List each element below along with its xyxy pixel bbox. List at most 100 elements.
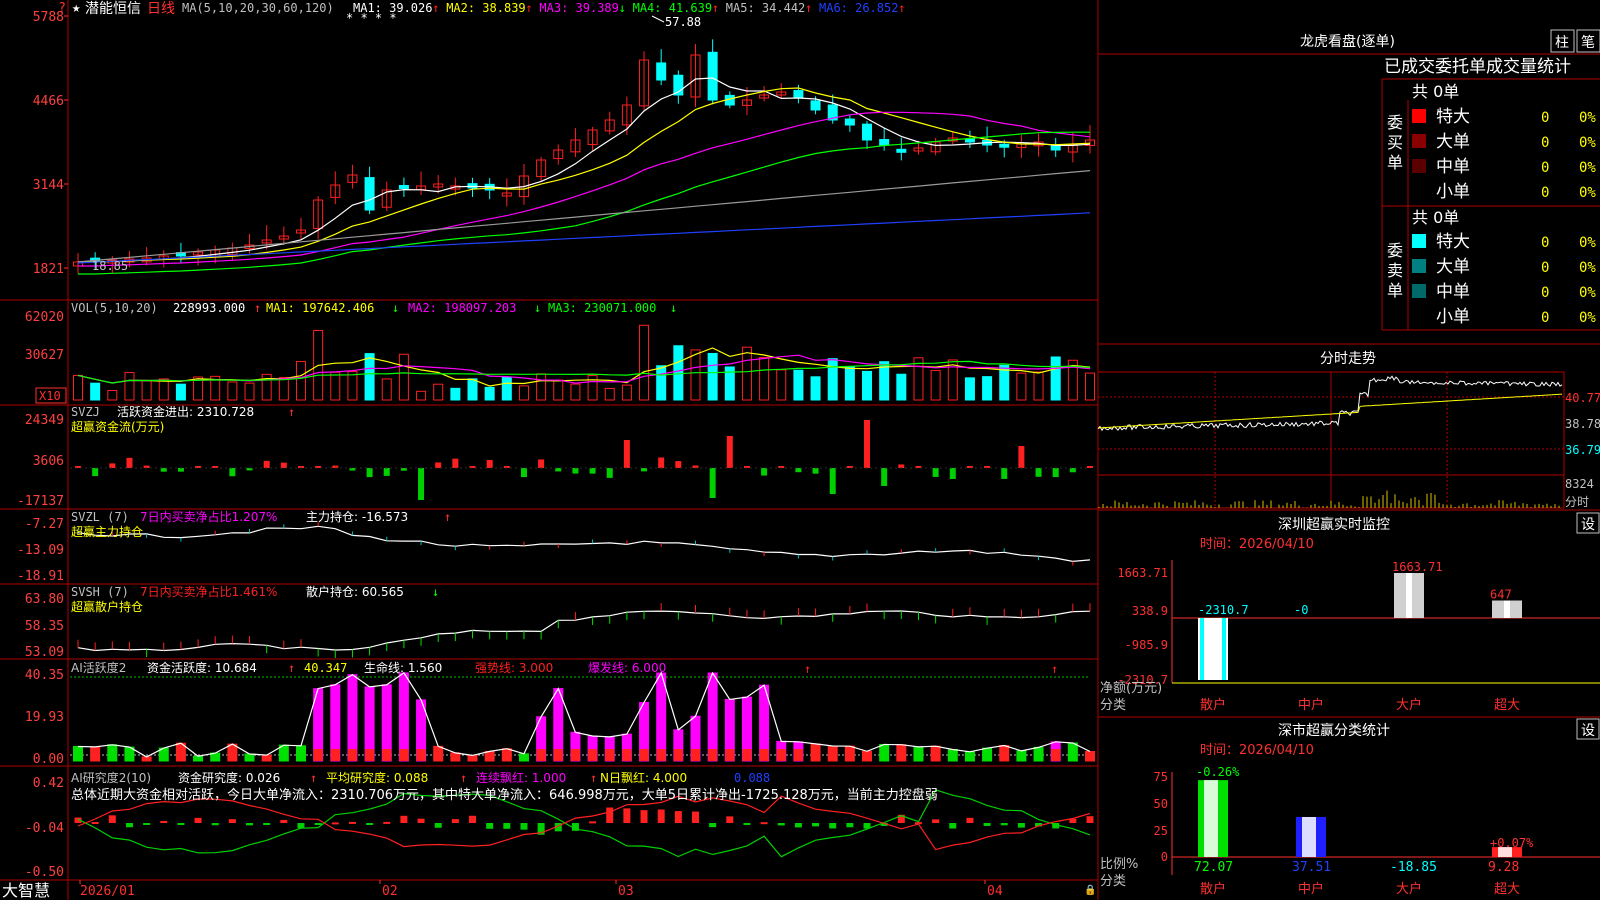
research-bar xyxy=(709,823,717,828)
activity-bar xyxy=(862,750,873,762)
ma2-line xyxy=(78,87,1091,263)
sz-class-value: 72.07 xyxy=(1194,860,1233,875)
activity-bar xyxy=(261,754,272,762)
research-bar xyxy=(1017,823,1025,828)
fund-flow-bar xyxy=(280,462,287,468)
fenshi-tick-low: 36.79 xyxy=(1565,443,1600,457)
sell-row-name: 小单 xyxy=(1436,307,1470,327)
activity-base xyxy=(553,749,563,761)
research-bar xyxy=(966,817,974,823)
sz-monitor-value: 647 xyxy=(1490,587,1512,601)
volume-bar xyxy=(776,369,787,401)
ai2-ytick: -0.04 xyxy=(25,821,64,836)
period-label[interactable]: 日线 xyxy=(147,1,175,17)
svzl-title: SVZL (7) xyxy=(71,510,129,524)
research-bar xyxy=(211,823,219,826)
x-label-apr: 04 xyxy=(987,884,1003,899)
svzj-arrow: ↑ xyxy=(288,405,295,419)
sz-monitor-ytick: -985.9 xyxy=(1125,638,1168,652)
volume-bar xyxy=(827,358,838,401)
fund-flow-bar xyxy=(675,461,682,468)
vol-arrow: ↑ xyxy=(254,301,261,315)
svzl-subtitle: 超赢主力持仓 xyxy=(71,524,143,539)
sell-side-char: 卖 xyxy=(1387,261,1403,280)
research-bar xyxy=(949,823,957,829)
research-bar xyxy=(194,817,202,823)
ai1-arrow: ↑ xyxy=(288,661,295,675)
fund-flow-bar xyxy=(160,468,167,472)
volume-bar xyxy=(467,378,478,401)
sell-swatch xyxy=(1412,234,1426,248)
ai2-research-arrow: ↑ xyxy=(310,771,317,785)
research-bar xyxy=(125,823,133,828)
chart-canvas[interactable]: ? ★ 潜能恒信 日线 MA(5,10,20,30,60,120) MA1: 3… xyxy=(0,0,1600,900)
activity-bar xyxy=(844,745,855,762)
fund-flow-bar xyxy=(1001,468,1008,479)
fund-flow-bar xyxy=(932,468,939,477)
sell-side-char: 委 xyxy=(1387,241,1403,260)
candle-body xyxy=(879,139,890,146)
research-bar xyxy=(983,823,991,826)
activity-base xyxy=(536,749,546,761)
volume-bar xyxy=(124,372,135,401)
svsh-plot xyxy=(77,603,1091,658)
activity-bar xyxy=(244,753,255,762)
activity-base xyxy=(570,749,580,761)
ma-arrow-6: ↑ xyxy=(898,1,905,15)
sz-class-change: +0.07% xyxy=(1490,836,1534,850)
sz-class-category: 大户 xyxy=(1396,881,1422,897)
candle-body xyxy=(398,184,409,189)
research-bar xyxy=(314,823,322,825)
ai1-strong-line: 强势线: 3.000 xyxy=(475,661,553,675)
fund-flow-bar xyxy=(366,468,373,478)
buy-side-char: 买 xyxy=(1387,133,1403,152)
price-line xyxy=(1097,375,1563,432)
sz-class-chart: 75 50 25 0 -0.26% 72.07 散户 37.51 中户 -18.85 大户 +0.07… xyxy=(1100,765,1600,897)
research-bar xyxy=(177,823,185,825)
svzj-plot xyxy=(70,420,1093,500)
svsh-value: 散户持仓: 60.565 xyxy=(306,584,404,599)
high-pointer xyxy=(651,15,665,23)
main-holding-line xyxy=(77,525,1091,563)
activity-bar xyxy=(964,751,975,762)
activity-base xyxy=(605,749,615,761)
sz-class-category: 散户 xyxy=(1200,881,1226,897)
ai1-title: AI活跃度2 xyxy=(71,660,126,675)
avg-price-line xyxy=(1097,393,1563,429)
high-price-label: 57.88 xyxy=(665,15,701,29)
fenshi-unit: 分时 xyxy=(1565,495,1589,509)
volume-bar xyxy=(536,373,547,401)
activity-base xyxy=(742,749,752,761)
ai1-ytick: 40.35 xyxy=(25,668,64,683)
sz-monitor-xlabel: 分类 xyxy=(1100,698,1126,713)
activity-bar xyxy=(398,672,409,762)
buy-swatch xyxy=(1412,159,1426,173)
sz-class-category: 超大 xyxy=(1494,882,1520,897)
activity-bar xyxy=(1016,750,1027,762)
ma-label-6: MA6: 26.852 xyxy=(819,1,898,15)
buy-row-qty: 0 xyxy=(1541,135,1549,151)
research-bar xyxy=(280,819,288,823)
volume-bar xyxy=(107,389,118,401)
sell-row-pct: 0% xyxy=(1579,310,1596,326)
ma-label-5: MA5: 34.442 xyxy=(726,1,805,15)
sz-monitor-bar-highlight xyxy=(1504,600,1510,618)
retail-holding-line xyxy=(77,610,1091,652)
sell-row-name: 中单 xyxy=(1436,282,1470,302)
research-bar xyxy=(640,810,648,823)
fund-flow-bar xyxy=(864,420,871,468)
candle-body xyxy=(707,51,718,101)
sz-monitor-value: -2310.7 xyxy=(1198,603,1249,617)
svzl-ratio: 7日内买卖净占比1.207% xyxy=(140,509,277,524)
buy-row-pct: 0% xyxy=(1579,135,1596,151)
research-bar xyxy=(366,823,374,825)
lock-icon[interactable]: 🔒 xyxy=(1084,884,1096,896)
x-label-mar: 03 xyxy=(618,884,634,899)
volume-bar xyxy=(227,381,238,401)
activity-bar xyxy=(467,754,478,762)
activity-base xyxy=(759,749,769,761)
volume-bar xyxy=(810,376,821,401)
volume-bar xyxy=(862,370,873,401)
ai1-plot: ↑ ↑ xyxy=(70,662,1095,762)
activity-bar xyxy=(107,744,118,762)
